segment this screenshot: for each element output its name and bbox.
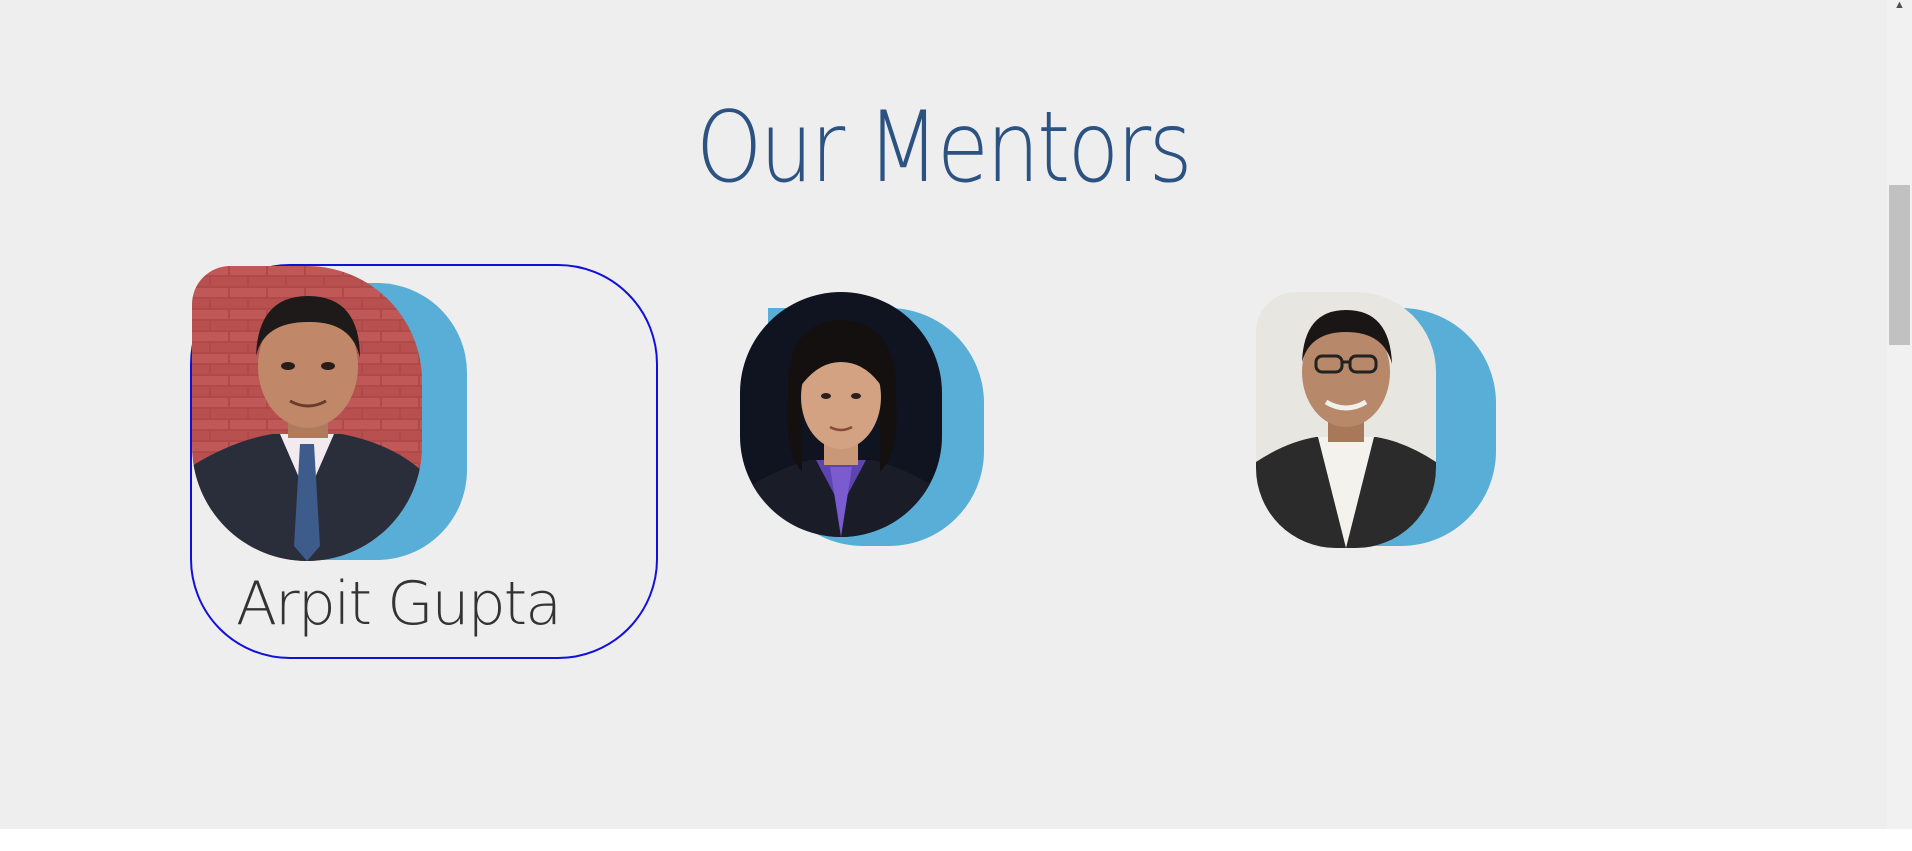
mentor-2-photo [740,292,942,537]
mentor-card-3[interactable] [1256,292,1504,548]
mentor-card-1[interactable]: Arpit Gupta [190,264,658,659]
mentor-3-photo [1256,292,1436,548]
mentor-photo-frame [192,266,492,566]
triangle-up-icon[interactable]: ▲ [1887,0,1912,12]
mentor-1-photo [192,266,422,561]
mentor-name: Arpit Gupta [236,569,562,639]
mentors-section: Our Mentors Arpit Gupta [0,0,1887,829]
mentor-card-2[interactable] [740,292,990,548]
vertical-scrollbar[interactable]: ▲ [1887,0,1912,829]
scrollbar-thumb[interactable] [1889,185,1910,345]
section-title: Our Mentors [696,91,1193,205]
